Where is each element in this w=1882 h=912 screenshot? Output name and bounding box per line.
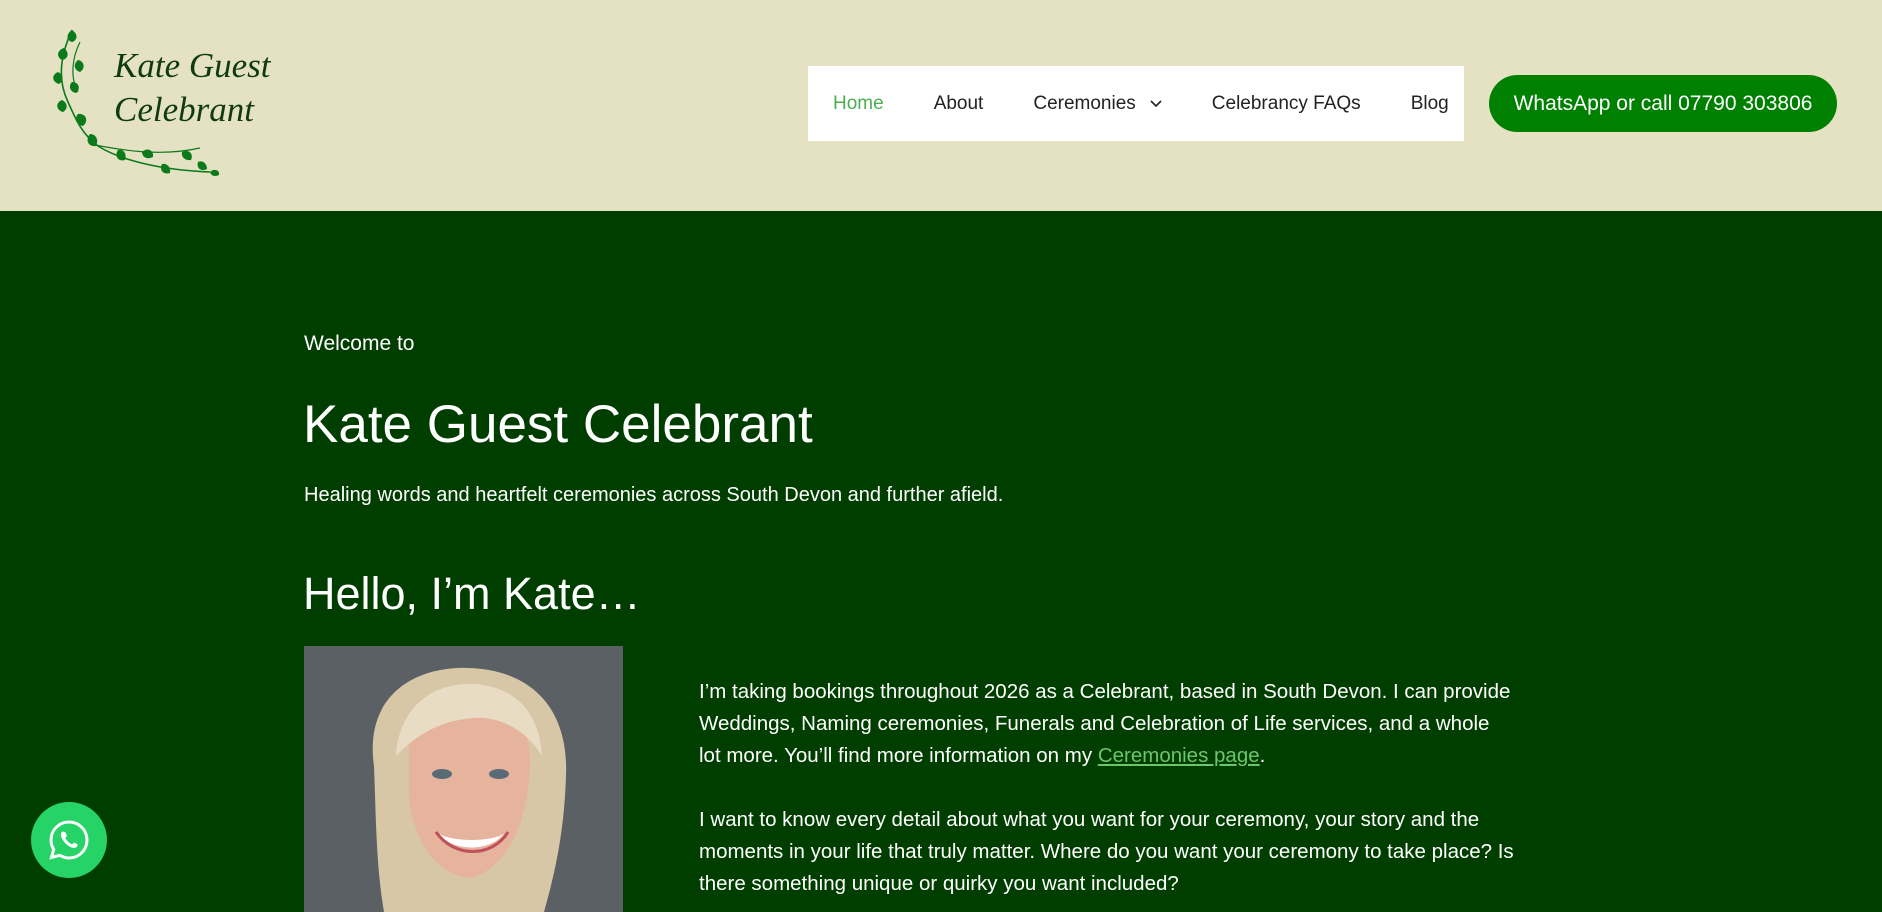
logo-line-2: Celebrant — [114, 90, 254, 129]
intro-paragraph-2: I want to know every detail about what y… — [699, 808, 1514, 895]
nav-item-blog[interactable]: Blog — [1411, 93, 1449, 115]
main-navigation: Home About Ceremonies Celebrancy FAQs Bl… — [808, 66, 1464, 141]
logo-text: Kate Guest Celebrant — [114, 44, 271, 132]
whatsapp-icon — [49, 820, 89, 860]
whatsapp-floating-button[interactable] — [31, 802, 107, 878]
nav-label-about: About — [933, 92, 984, 114]
nav-item-about[interactable]: About — [934, 93, 984, 115]
nav-item-celebrancy-faqs[interactable]: Celebrancy FAQs — [1212, 93, 1361, 115]
nav-item-home[interactable]: Home — [833, 93, 884, 115]
hero-subtitle: Healing words and heartfelt ceremonies a… — [304, 484, 1004, 506]
nav-label-home: Home — [833, 92, 884, 114]
intro-text: I’m taking bookings throughout 2026 as a… — [699, 676, 1514, 912]
chevron-down-icon[interactable] — [1150, 99, 1162, 108]
intro-paragraph-1: I’m taking bookings throughout 2026 as a… — [699, 676, 1514, 772]
logo-line-1: Kate Guest — [114, 46, 271, 85]
kate-portrait-photo — [304, 646, 623, 912]
site-header: Kate Guest Celebrant Home About Ceremoni… — [0, 0, 1882, 211]
welcome-text: Welcome to — [304, 332, 415, 355]
ceremonies-page-link[interactable]: Ceremonies page — [1098, 744, 1260, 767]
nav-item-ceremonies[interactable]: Ceremonies — [1033, 92, 1162, 115]
site-logo[interactable]: Kate Guest Celebrant — [50, 22, 290, 182]
nav-label-ceremonies: Ceremonies — [1033, 92, 1136, 114]
intro-p1-period: . — [1259, 744, 1266, 767]
nav-label-faqs: Celebrancy FAQs — [1211, 92, 1361, 114]
hello-heading: Hello, I’m Kate… — [303, 568, 641, 619]
page-title: Kate Guest Celebrant — [303, 395, 813, 454]
whatsapp-call-button[interactable]: WhatsApp or call 07790 303806 — [1489, 75, 1837, 132]
nav-label-blog: Blog — [1410, 92, 1449, 114]
